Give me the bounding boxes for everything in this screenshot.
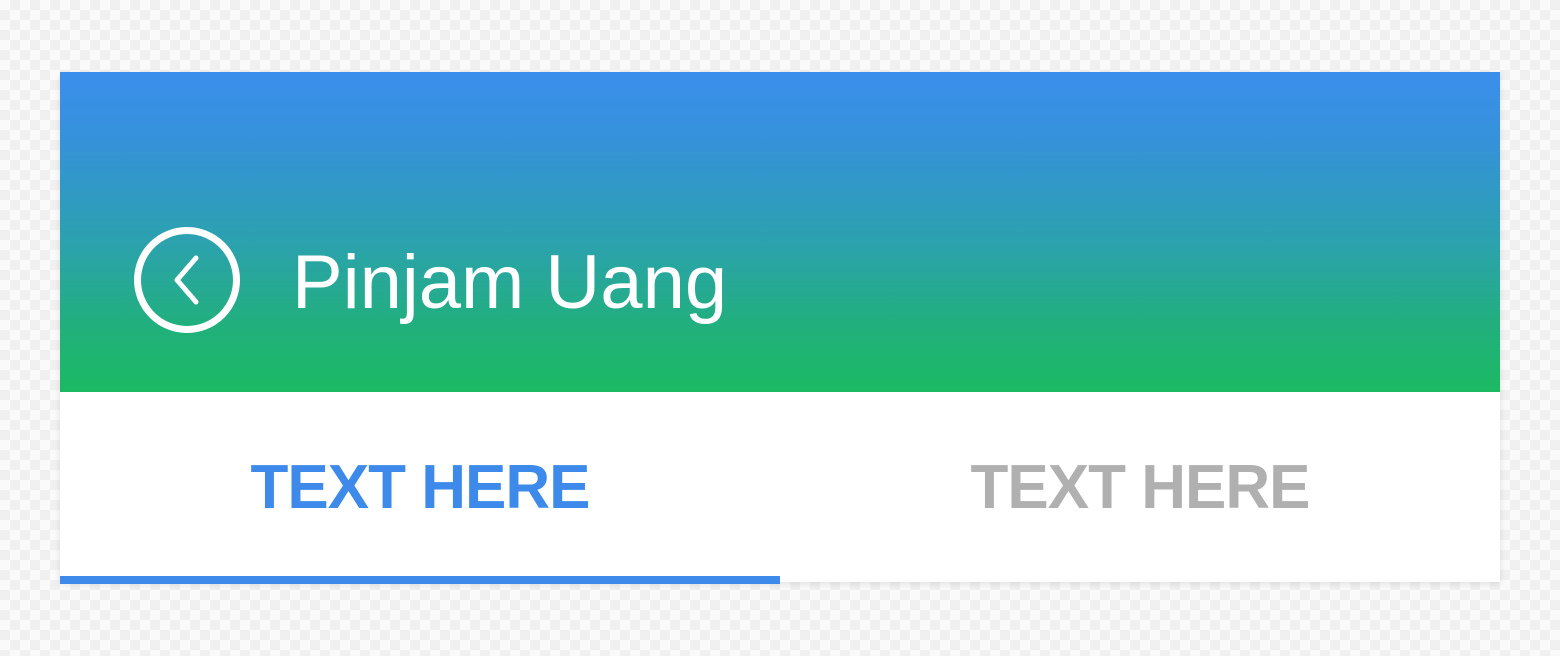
chevron-left-icon bbox=[174, 255, 199, 305]
app-screen: Pinjam Uang TEXT HERE TEXT HERE bbox=[60, 72, 1500, 584]
tab-label: TEXT HERE bbox=[250, 453, 591, 522]
tab-label: TEXT HERE bbox=[970, 453, 1311, 522]
back-button[interactable] bbox=[134, 227, 240, 333]
tab-selected-indicator bbox=[60, 576, 780, 584]
tab-bar: TEXT HERE TEXT HERE bbox=[60, 392, 1500, 584]
tab-second[interactable]: TEXT HERE bbox=[780, 392, 1500, 582]
app-bar: Pinjam Uang bbox=[60, 72, 1500, 392]
tab-first[interactable]: TEXT HERE bbox=[60, 392, 780, 582]
page-title: Pinjam Uang bbox=[292, 240, 728, 325]
